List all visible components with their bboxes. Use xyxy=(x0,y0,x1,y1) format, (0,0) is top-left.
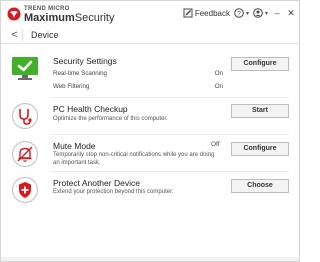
web-filtering-status: On xyxy=(214,83,223,90)
protect-another-device-row: Protect Another Device Extend your prote… xyxy=(7,174,293,208)
window-bottom-strip xyxy=(1,257,299,261)
mute-mode-description: Temporarily stop non-critical notificati… xyxy=(53,152,214,167)
divider xyxy=(51,171,289,172)
web-filtering-item: Web Filtering On xyxy=(53,83,223,90)
shield-plus-icon xyxy=(11,176,39,204)
back-button[interactable]: < xyxy=(7,28,23,42)
question-circle-icon: ? xyxy=(234,8,244,18)
feedback-icon xyxy=(183,8,193,18)
monitor-check-icon xyxy=(12,57,38,80)
realtime-scanning-item: Real-time Scanning On xyxy=(53,70,223,77)
pc-health-checkup-title: PC Health Checkup xyxy=(53,104,128,114)
pc-health-checkup-start-button[interactable]: Start xyxy=(231,104,289,118)
page-title: Device xyxy=(31,30,59,40)
help-menu-button[interactable]: ? ▾ xyxy=(234,8,249,18)
pc-health-checkup-row: PC Health Checkup Optimize the performan… xyxy=(7,99,293,137)
minimize-button[interactable]: – xyxy=(272,8,282,18)
chevron-down-icon: ▾ xyxy=(245,10,249,17)
title-bar-controls: Feedback ? ▾ ▾ – ✕ xyxy=(183,6,296,20)
protect-another-device-title: Protect Another Device xyxy=(53,178,140,188)
divider xyxy=(51,134,289,135)
feedback-label: Feedback xyxy=(194,8,230,18)
realtime-scanning-status: On xyxy=(214,70,223,77)
trend-micro-logo-icon xyxy=(7,7,21,21)
user-icon xyxy=(253,8,263,18)
brand-product-name: MaximumSecurity xyxy=(24,12,115,24)
protect-another-device-choose-button[interactable]: Choose xyxy=(231,179,289,193)
mute-mode-description-line-2: an important task. xyxy=(53,159,101,166)
divider xyxy=(51,97,289,98)
mute-mode-description-line-1: Temporarily stop non-critical notificati… xyxy=(53,152,215,158)
mute-mode-status: Off xyxy=(211,141,220,148)
mute-mode-title: Mute Mode xyxy=(53,141,96,151)
protect-another-device-description: Extend your protection beyond this compu… xyxy=(53,189,174,195)
chevron-down-icon: ▾ xyxy=(264,10,268,17)
stethoscope-icon xyxy=(11,102,39,130)
pc-health-checkup-description: Optimize the performance of this compute… xyxy=(53,116,168,122)
app-window: TREND MICRO MaximumSecurity Feedback ? ▾ xyxy=(0,0,300,262)
mute-mode-row: Mute Mode Off Temporarily stop non-criti… xyxy=(7,137,293,173)
account-menu-button[interactable]: ▾ xyxy=(253,8,268,18)
feedback-button[interactable]: Feedback xyxy=(183,8,230,18)
security-settings-configure-button[interactable]: Configure xyxy=(231,57,289,71)
brand-name-bold: Maximum xyxy=(24,12,75,24)
svg-text:?: ? xyxy=(237,10,241,17)
web-filtering-label: Web Filtering xyxy=(53,83,90,90)
brand-name-rest: Security xyxy=(74,12,115,24)
mute-bell-icon xyxy=(11,140,39,168)
security-settings-row: Security Settings Real-time Scanning On … xyxy=(7,51,293,99)
realtime-scanning-label: Real-time Scanning xyxy=(53,70,107,77)
sub-header: < Device xyxy=(1,27,299,44)
security-settings-title: Security Settings xyxy=(53,56,117,66)
title-bar: TREND MICRO MaximumSecurity Feedback ? ▾ xyxy=(1,1,299,26)
close-button[interactable]: ✕ xyxy=(286,8,296,19)
mute-mode-configure-button[interactable]: Configure xyxy=(231,142,289,156)
